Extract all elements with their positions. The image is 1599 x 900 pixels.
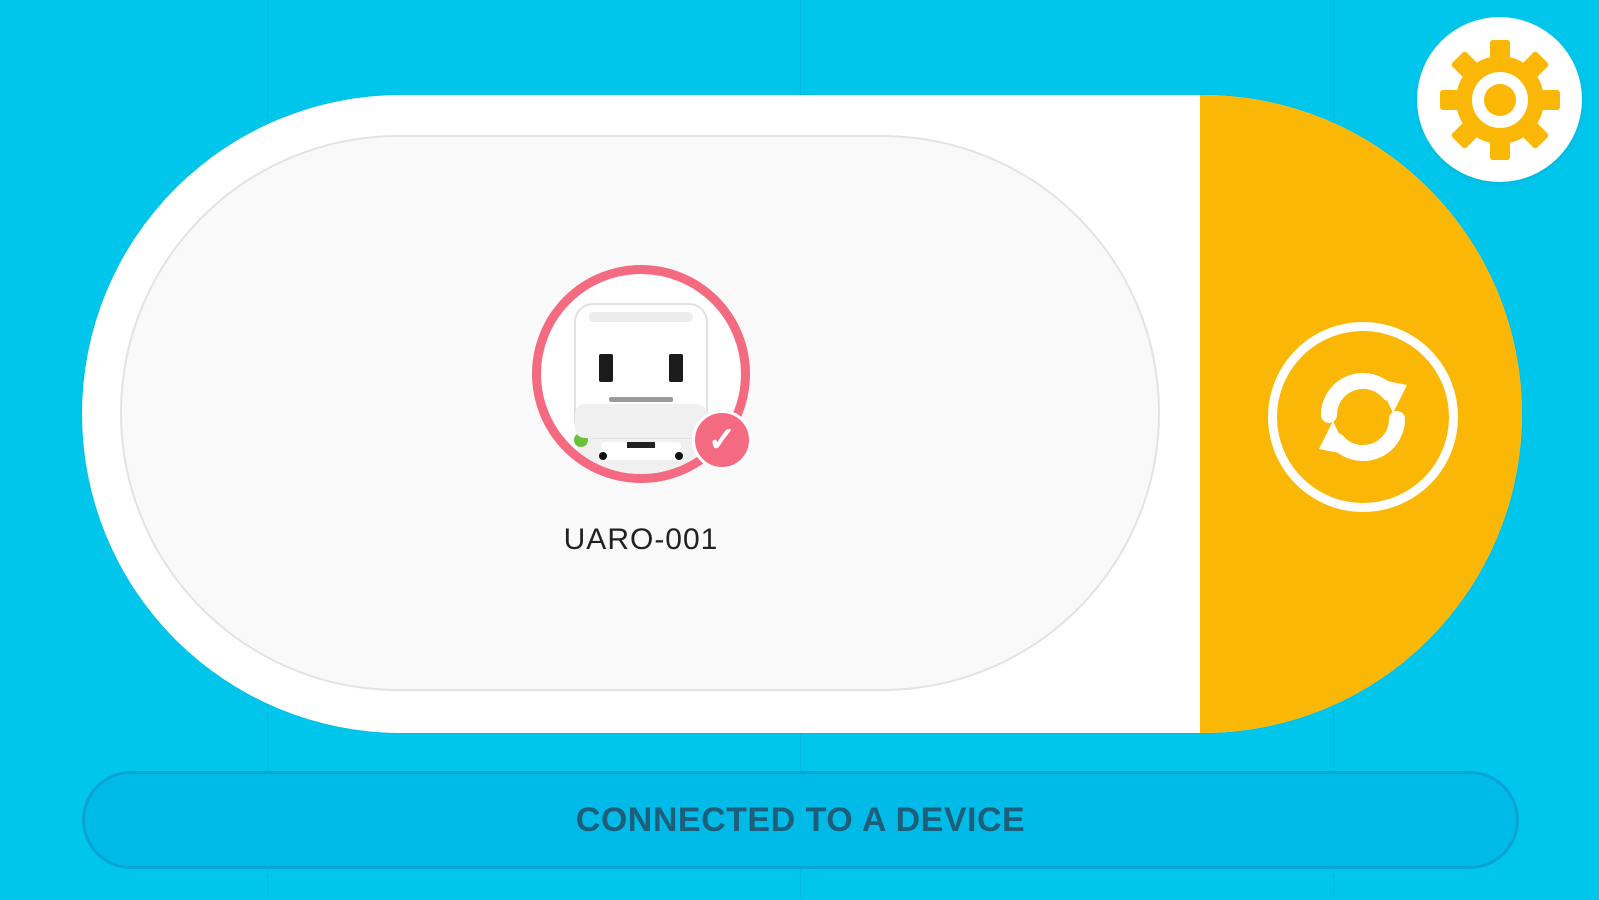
device-list-area: ✓ UARO-001	[120, 135, 1160, 691]
refresh-icon	[1319, 372, 1407, 462]
refresh-button[interactable]	[1268, 322, 1458, 512]
gear-icon	[1439, 39, 1560, 160]
check-icon: ✓	[707, 421, 737, 459]
device-item[interactable]: ✓ UARO-001	[532, 265, 752, 595]
connection-status-text: CONNECTED TO A DEVICE	[575, 800, 1026, 839]
selected-check-badge: ✓	[692, 410, 752, 470]
settings-button[interactable]	[1417, 17, 1582, 182]
connection-status-bar: CONNECTED TO A DEVICE	[82, 771, 1519, 869]
device-name: UARO-001	[563, 523, 719, 556]
